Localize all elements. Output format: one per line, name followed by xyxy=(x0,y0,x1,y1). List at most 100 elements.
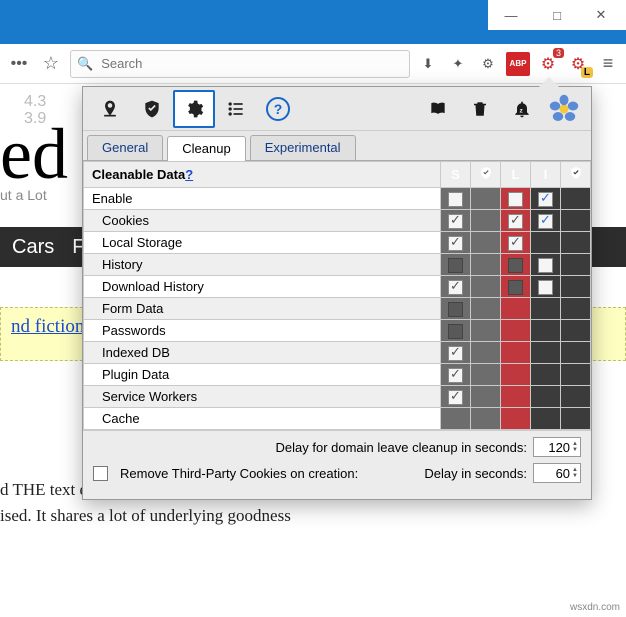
fiction-link[interactable]: nd fiction xyxy=(11,316,84,337)
data-cell[interactable] xyxy=(501,210,531,232)
bookmark-star-icon[interactable]: ☆ xyxy=(38,51,64,77)
delay-input[interactable]: 60 ▲▼ xyxy=(533,463,581,483)
window-close-button[interactable]: ✕ xyxy=(580,0,626,30)
search-box[interactable]: 🔍 xyxy=(70,50,410,78)
shield-check-icon[interactable] xyxy=(131,90,173,128)
checkbox[interactable] xyxy=(508,192,523,207)
data-cell[interactable] xyxy=(501,320,531,342)
tab-cleanup[interactable]: Cleanup xyxy=(167,136,245,161)
data-cell[interactable] xyxy=(501,386,531,408)
data-cell[interactable] xyxy=(531,232,561,254)
adblock-plus-icon[interactable]: ABP xyxy=(506,52,530,76)
search-input[interactable] xyxy=(99,55,403,72)
nav-item-cars[interactable]: Cars xyxy=(12,236,54,259)
data-cell[interactable] xyxy=(471,232,501,254)
checkbox[interactable] xyxy=(448,214,463,229)
data-cell[interactable] xyxy=(441,254,471,276)
remove-third-party-checkbox[interactable] xyxy=(93,466,108,481)
spinner-down-icon[interactable]: ▼ xyxy=(572,447,578,453)
red-shield-icon[interactable]: ⚙L xyxy=(566,52,590,76)
data-cell[interactable] xyxy=(441,188,471,210)
data-cell[interactable] xyxy=(561,210,591,232)
checkbox[interactable] xyxy=(538,258,553,273)
data-cell[interactable] xyxy=(471,342,501,364)
data-cell[interactable] xyxy=(561,254,591,276)
data-cell[interactable] xyxy=(441,210,471,232)
data-cell[interactable] xyxy=(471,188,501,210)
checkbox[interactable] xyxy=(448,192,463,207)
tab-general[interactable]: General xyxy=(87,135,163,160)
spinner-down-icon[interactable]: ▼ xyxy=(572,473,578,479)
checkbox[interactable] xyxy=(448,346,463,361)
data-cell[interactable] xyxy=(531,320,561,342)
checkbox[interactable] xyxy=(448,368,463,383)
data-cell[interactable] xyxy=(561,364,591,386)
data-cell[interactable] xyxy=(441,364,471,386)
checkbox[interactable] xyxy=(448,324,463,339)
data-cell[interactable] xyxy=(471,386,501,408)
data-cell[interactable] xyxy=(471,210,501,232)
delay-domain-input[interactable]: 120 ▲▼ xyxy=(533,437,581,457)
data-cell[interactable] xyxy=(501,408,531,430)
data-cell[interactable] xyxy=(561,232,591,254)
settings-gear-tab-icon[interactable] xyxy=(173,90,215,128)
data-cell[interactable] xyxy=(561,298,591,320)
red-settings-icon[interactable]: ⚙3 xyxy=(536,52,560,76)
checkbox[interactable] xyxy=(448,258,463,273)
checkbox[interactable] xyxy=(508,214,523,229)
trash-icon[interactable] xyxy=(459,90,501,128)
data-cell[interactable] xyxy=(561,320,591,342)
checkbox[interactable] xyxy=(508,236,523,251)
data-cell[interactable] xyxy=(441,276,471,298)
data-cell[interactable] xyxy=(441,386,471,408)
data-cell[interactable] xyxy=(471,298,501,320)
extensions-puzzle-icon[interactable]: ✦ xyxy=(446,52,470,76)
data-cell[interactable] xyxy=(501,188,531,210)
checkbox[interactable] xyxy=(508,258,523,273)
app-menu-icon[interactable]: ≡ xyxy=(596,52,620,76)
data-cell[interactable] xyxy=(561,386,591,408)
book-icon[interactable] xyxy=(417,90,459,128)
data-cell[interactable] xyxy=(501,364,531,386)
data-cell[interactable] xyxy=(441,298,471,320)
data-cell[interactable] xyxy=(501,254,531,276)
checkbox[interactable] xyxy=(538,214,553,229)
help-icon[interactable]: ? xyxy=(257,90,299,128)
checkbox[interactable] xyxy=(508,280,523,295)
checkbox[interactable] xyxy=(448,390,463,405)
data-cell[interactable] xyxy=(441,342,471,364)
data-cell[interactable] xyxy=(501,276,531,298)
data-cell[interactable] xyxy=(561,276,591,298)
window-minimize-button[interactable]: — xyxy=(488,0,534,30)
settings-gear-icon[interactable]: ⚙ xyxy=(476,52,500,76)
data-cell[interactable] xyxy=(561,342,591,364)
checkbox[interactable] xyxy=(538,192,553,207)
data-cell[interactable] xyxy=(531,276,561,298)
data-cell[interactable] xyxy=(531,386,561,408)
data-cell[interactable] xyxy=(531,364,561,386)
data-cell[interactable] xyxy=(501,342,531,364)
data-cell[interactable] xyxy=(471,364,501,386)
data-cell[interactable] xyxy=(501,232,531,254)
window-maximize-button[interactable]: □ xyxy=(534,0,580,30)
data-cell[interactable] xyxy=(501,298,531,320)
data-cell[interactable] xyxy=(561,408,591,430)
data-cell[interactable] xyxy=(441,232,471,254)
data-cell[interactable] xyxy=(441,408,471,430)
tab-experimental[interactable]: Experimental xyxy=(250,135,356,160)
data-cell[interactable] xyxy=(531,254,561,276)
page-actions-more-icon[interactable]: ••• xyxy=(6,51,32,77)
data-cell[interactable] xyxy=(531,408,561,430)
data-cell[interactable] xyxy=(471,408,501,430)
data-cell[interactable] xyxy=(531,342,561,364)
help-link[interactable]: ? xyxy=(185,167,193,182)
data-cell[interactable] xyxy=(471,254,501,276)
data-cell[interactable] xyxy=(561,188,591,210)
data-cell[interactable] xyxy=(531,188,561,210)
data-cell[interactable] xyxy=(441,320,471,342)
data-cell[interactable] xyxy=(471,320,501,342)
data-cell[interactable] xyxy=(531,210,561,232)
checkbox[interactable] xyxy=(448,302,463,317)
data-cell[interactable] xyxy=(471,276,501,298)
downloads-icon[interactable]: ⬇ xyxy=(416,52,440,76)
